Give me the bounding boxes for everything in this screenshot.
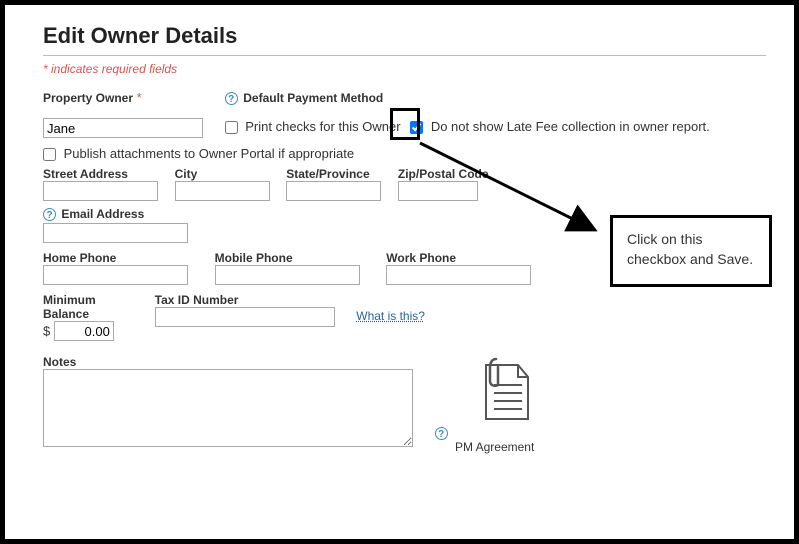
required-fields-note: * indicates required fields	[43, 62, 766, 76]
state-province-input[interactable]	[286, 181, 381, 201]
what-is-this-link[interactable]: What is this?	[356, 309, 425, 323]
publish-attachments-label: Publish attachments to Owner Portal if a…	[64, 146, 354, 161]
notes-label: Notes	[43, 355, 423, 369]
zip-postal-input[interactable]	[398, 181, 478, 201]
help-icon[interactable]: ?	[43, 208, 56, 221]
street-address-label: Street Address	[43, 167, 163, 181]
street-address-input[interactable]	[43, 181, 158, 201]
zip-postal-label: Zip/Postal Code	[398, 167, 498, 181]
notes-textarea[interactable]	[43, 369, 413, 447]
city-label: City	[175, 167, 275, 181]
work-phone-input[interactable]	[386, 265, 531, 285]
currency-symbol: $	[43, 324, 50, 339]
required-fields-text: indicates required fields	[51, 62, 177, 76]
property-owner-label: Property Owner	[43, 91, 133, 105]
annotation-callout-text: Click on this checkbox and Save.	[627, 231, 753, 267]
mobile-phone-label: Mobile Phone	[215, 251, 375, 265]
print-checks-checkbox[interactable]	[225, 121, 238, 134]
email-address-label: Email Address	[61, 207, 144, 221]
do-not-show-late-fee-checkbox[interactable]	[410, 121, 423, 134]
pm-agreement-label: PM Agreement	[435, 440, 555, 454]
minimum-balance-label: Minimum Balance	[43, 293, 143, 321]
email-address-input[interactable]	[43, 223, 188, 243]
help-icon[interactable]: ?	[435, 427, 448, 440]
mobile-phone-input[interactable]	[215, 265, 360, 285]
home-phone-input[interactable]	[43, 265, 188, 285]
state-province-label: State/Province	[286, 167, 386, 181]
property-owner-input[interactable]	[43, 118, 203, 138]
work-phone-label: Work Phone	[386, 251, 546, 265]
title-divider	[43, 55, 766, 56]
annotation-callout: Click on this checkbox and Save.	[610, 215, 772, 287]
required-asterisk: *	[137, 90, 142, 105]
default-payment-method-label: Default Payment Method	[243, 91, 383, 105]
city-input[interactable]	[175, 181, 270, 201]
print-checks-label: Print checks for this Owner	[245, 119, 400, 134]
tax-id-number-input[interactable]	[155, 307, 335, 327]
minimum-balance-input[interactable]	[54, 321, 114, 341]
help-icon[interactable]: ?	[225, 92, 238, 105]
publish-attachments-checkbox[interactable]	[43, 148, 56, 161]
do-not-show-late-fee-label: Do not show Late Fee collection in owner…	[431, 119, 710, 134]
page-title: Edit Owner Details	[43, 23, 766, 49]
attachment-icon[interactable]	[474, 355, 530, 425]
home-phone-label: Home Phone	[43, 251, 203, 265]
tax-id-number-label: Tax ID Number	[155, 293, 345, 307]
